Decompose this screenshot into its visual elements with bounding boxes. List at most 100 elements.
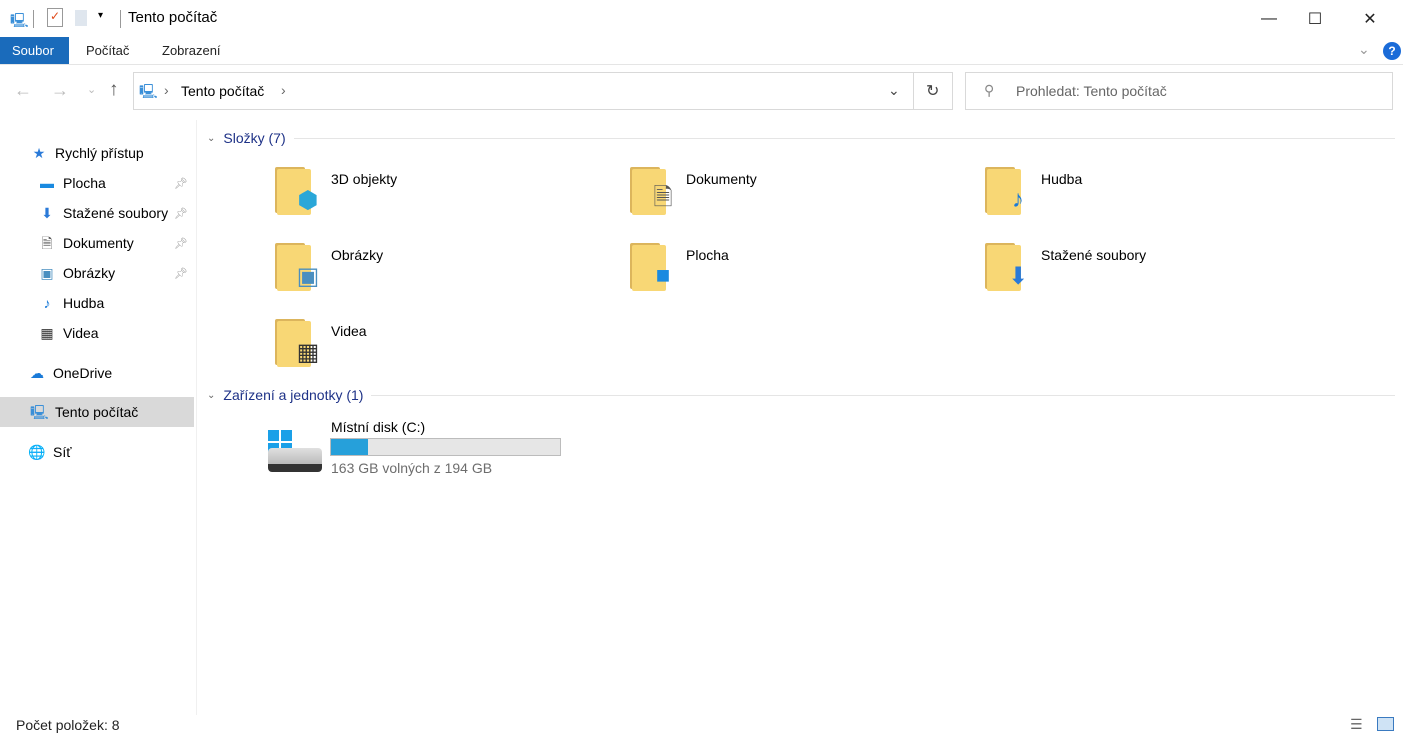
group-title: Složky (7) <box>223 130 286 146</box>
desktop-icon: ▬ <box>40 175 54 191</box>
large-icons-view-icon[interactable] <box>1377 717 1394 731</box>
folder-item[interactable]: 🗎 Dokumenty <box>630 165 930 221</box>
breadcrumb-tento-pocitac[interactable]: Tento počítač <box>181 83 264 99</box>
3d-objects-icon: ⬢ <box>297 186 319 214</box>
separator <box>33 10 34 28</box>
folder-icon: 🗎 <box>630 165 678 217</box>
window-title: Tento počítač <box>128 9 218 26</box>
refresh-icon[interactable]: ↻ <box>926 81 939 101</box>
customize-toolbar-icon[interactable]: ▾ <box>98 10 103 21</box>
nav-label: Videa <box>63 325 99 341</box>
breadcrumb-chevron-icon[interactable]: › <box>164 82 169 98</box>
tab-soubor[interactable]: Soubor <box>0 37 69 64</box>
folder-item[interactable]: ⬢ 3D objekty <box>275 165 575 221</box>
nav-item[interactable]: ▬ Plocha 📌︎ <box>0 168 194 198</box>
search-icon: ⚲ <box>984 82 995 98</box>
pin-icon[interactable]: 📌︎ <box>174 177 188 190</box>
pin-icon[interactable]: 📌︎ <box>174 267 188 280</box>
details-view-icon[interactable]: ☰ <box>1350 716 1363 733</box>
nav-item[interactable]: ▣ Obrázky 📌︎ <box>0 258 194 288</box>
tab-pocitac[interactable]: Počítač <box>72 37 143 64</box>
nav-label: Rychlý přístup <box>55 145 144 161</box>
nav-label: Tento počítač <box>55 404 139 420</box>
nav-quick-access[interactable]: ★ Rychlý přístup <box>0 138 194 168</box>
group-header-devices[interactable]: ⌄ Zařízení a jednotky (1) <box>207 387 1395 403</box>
address-dropdown-icon[interactable]: ⌄ <box>888 82 900 99</box>
nav-this-pc[interactable]: 🖳 Tento počítač <box>0 397 194 427</box>
search-box[interactable]: ⚲ Prohledat: Tento počítač <box>965 72 1393 110</box>
nav-label: OneDrive <box>53 365 113 381</box>
group-header-folders[interactable]: ⌄ Složky (7) <box>207 130 1395 146</box>
divider <box>913 73 914 109</box>
nav-label: Síť <box>53 444 72 460</box>
folder-label: Plocha <box>686 247 729 263</box>
nav-label: Hudba <box>63 295 105 311</box>
collapse-chevron-icon[interactable]: ⌄ <box>207 390 215 401</box>
folder-item[interactable]: ▣ Obrázky <box>275 241 575 297</box>
help-icon[interactable]: ? <box>1383 42 1401 60</box>
download-icon: ⬇ <box>41 205 53 221</box>
computer-icon: 🖳 <box>139 83 158 99</box>
nav-item[interactable]: 🗎 Dokumenty 📌︎ <box>0 228 194 258</box>
collapse-chevron-icon[interactable]: ⌄ <box>207 133 215 144</box>
folder-icon: ⬇ <box>985 241 1033 293</box>
hard-drive-icon <box>268 448 322 472</box>
new-folder-icon[interactable] <box>75 10 87 26</box>
nav-label: Dokumenty <box>63 235 134 251</box>
pin-icon[interactable]: 📌︎ <box>174 237 188 250</box>
drive-usage-bar <box>330 438 561 456</box>
close-button[interactable]: ✕ <box>1347 0 1393 37</box>
music-icon: ♪ <box>43 295 51 311</box>
item-count: Počet položek: 8 <box>16 717 120 733</box>
maximize-button[interactable]: ☐ <box>1292 0 1338 37</box>
pictures-icon: ▣ <box>296 262 320 290</box>
drive-usage-fill <box>331 439 368 455</box>
navigation-pane: ★ Rychlý přístup ☁ OneDrive 🖳 Tento počítač… <box>0 120 197 715</box>
video-icon: ▦ <box>40 325 54 341</box>
status-bar: Počet položek: 8 ☰ <box>0 712 1403 739</box>
pictures-icon: ▣ <box>40 265 54 281</box>
minimize-button[interactable]: — <box>1246 0 1292 37</box>
nav-item[interactable]: ♪ Hudba <box>0 288 194 318</box>
folder-icon: ♪ <box>985 165 1033 217</box>
document-icon: 🗎 <box>41 235 53 251</box>
forward-button[interactable]: → <box>51 80 69 101</box>
tab-zobrazeni[interactable]: Zobrazení <box>148 37 235 64</box>
expand-ribbon-icon[interactable]: ⌄ <box>1358 41 1370 58</box>
folder-item[interactable]: ⬇ Stažené soubory <box>985 241 1285 297</box>
search-input[interactable]: Prohledat: Tento počítač <box>1016 83 1167 99</box>
network-icon: 🌐 <box>28 444 46 460</box>
folder-icon: ▦ <box>275 317 323 369</box>
nav-item[interactable]: ⬇ Stažené soubory 📌︎ <box>0 198 194 228</box>
drive-item-c[interactable]: Místní disk (C:) 163 GB volných z 194 GB <box>266 416 566 480</box>
documents-icon: 🗎 <box>653 183 673 211</box>
up-button[interactable]: ↑ <box>109 79 119 101</box>
folder-label: 3D objekty <box>331 171 398 187</box>
group-title: Zařízení a jednotky (1) <box>223 387 364 403</box>
properties-icon[interactable]: ✓ <box>47 8 63 27</box>
nav-label: Stažené soubory <box>63 205 169 221</box>
folder-icon: ⬢ <box>275 165 323 217</box>
title-bar: 🖳 ✓ ▾ Tento počítač — ☐ ✕ <box>0 0 1403 37</box>
back-button[interactable]: ← <box>14 80 32 101</box>
address-bar[interactable]: 🖳 › Tento počítač › ⌄ ↻ <box>133 72 953 110</box>
computer-icon: 🖳 <box>10 12 29 28</box>
folder-item[interactable]: ■ Plocha <box>630 241 930 297</box>
nav-label: Obrázky <box>63 265 116 281</box>
breadcrumb-chevron-icon[interactable]: › <box>281 82 286 98</box>
computer-icon: 🖳 <box>30 404 49 420</box>
folder-label: Videa <box>331 323 367 339</box>
nav-item[interactable]: ▦ Videa <box>0 318 194 348</box>
folder-item[interactable]: ▦ Videa <box>275 317 575 373</box>
pin-icon[interactable]: 📌︎ <box>174 207 188 220</box>
folder-item[interactable]: ♪ Hudba <box>985 165 1285 221</box>
music-icon: ♪ <box>1012 186 1024 213</box>
nav-network[interactable]: 🌐 Síť <box>0 437 194 467</box>
desktop-icon: ■ <box>655 262 671 289</box>
ribbon-tabs: Soubor Počítač Zobrazení ⌄ ? <box>0 37 1403 65</box>
nav-label: Plocha <box>63 175 106 191</box>
drive-label: Místní disk (C:) <box>331 419 426 435</box>
folder-label: Hudba <box>1041 171 1083 187</box>
nav-onedrive[interactable]: ☁ OneDrive <box>0 358 194 388</box>
recent-locations-button[interactable]: ⌄ <box>87 83 96 96</box>
